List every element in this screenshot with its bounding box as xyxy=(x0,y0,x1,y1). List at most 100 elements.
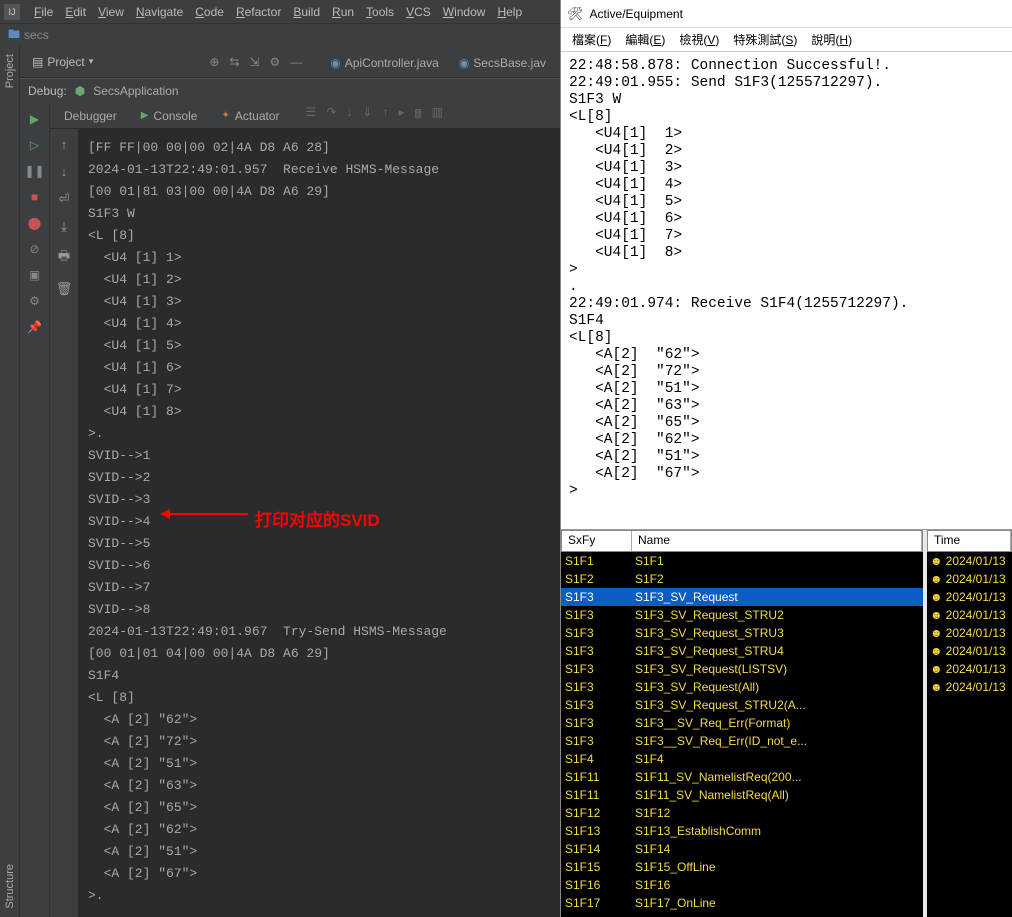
rerun-icon[interactable]: ▶ xyxy=(27,111,43,127)
console-line: S1F3 W xyxy=(88,203,550,225)
window-title: Active/Equipment xyxy=(590,7,683,21)
console-line: SVID-->5 xyxy=(88,533,550,555)
table-row[interactable]: S1F14S1F14 xyxy=(561,840,923,858)
console-line: <A [2] "67"> xyxy=(88,863,550,885)
time-row[interactable]: ☻2024/01/13 xyxy=(927,624,1012,642)
time-row[interactable]: ☻2024/01/13 xyxy=(927,606,1012,624)
smiley-icon: ☻ xyxy=(930,590,943,604)
col-name[interactable]: Name xyxy=(632,531,922,551)
tab-debugger[interactable]: Debugger xyxy=(54,106,127,126)
table-row[interactable]: S1F3S1F3_SV_Request_STRU4 xyxy=(561,642,923,660)
layout-icon[interactable]: ▥ xyxy=(432,105,443,126)
gear-icon[interactable]: ⚙ xyxy=(270,55,281,69)
time-row[interactable]: ☻2024/01/13 xyxy=(927,660,1012,678)
table-row[interactable]: S1F3S1F3_SV_Request_STRU2 xyxy=(561,606,923,624)
table-row[interactable]: S1F1S1F1 xyxy=(561,552,923,570)
pause-icon[interactable]: ❚❚ xyxy=(27,163,43,179)
step-into-icon[interactable]: ↓ xyxy=(346,105,352,126)
table-row[interactable]: S1F11S1F11_SV_NamelistReq(200... xyxy=(561,768,923,786)
menu-view[interactable]: View xyxy=(92,3,130,21)
eq-menu[interactable]: 說明(H) xyxy=(806,30,857,49)
table-row[interactable]: S1F11S1F11_SV_NamelistReq(All) xyxy=(561,786,923,804)
breakpoints-icon[interactable]: ⬤ xyxy=(27,215,43,231)
print-icon[interactable]: 🖶 xyxy=(58,247,70,269)
table-row[interactable]: S1F3S1F3_SV_Request(LISTSV) xyxy=(561,660,923,678)
eq-menu[interactable]: 編輯(E) xyxy=(620,30,670,49)
table-row[interactable]: S1F3S1F3_SV_Request xyxy=(561,588,923,606)
clear-icon[interactable]: 🗑 xyxy=(56,281,73,297)
camera-icon[interactable]: ▣ xyxy=(27,267,43,283)
file-tab-secsbase[interactable]: ◉ SecsBase.jav xyxy=(449,50,556,74)
menu-window[interactable]: Window xyxy=(437,3,492,21)
equipment-log[interactable]: 22:48:58.878: Connection Successful!. 22… xyxy=(561,52,1012,530)
resume-icon[interactable]: ▷ xyxy=(27,137,43,153)
hide-icon[interactable]: — xyxy=(290,55,302,69)
console-toolbar: ↑ ↓ ⏎ ⤓ 🖶 🗑 xyxy=(50,129,78,917)
console-line: >. xyxy=(88,885,550,907)
menu-refactor[interactable]: Refactor xyxy=(230,3,287,21)
eq-menu[interactable]: 檢視(V) xyxy=(674,30,724,49)
tab-console[interactable]: ▶Console xyxy=(131,106,208,126)
col-time[interactable]: Time xyxy=(928,531,1011,551)
down-icon[interactable]: ↓ xyxy=(61,164,68,179)
tab-actuator[interactable]: ✦Actuator xyxy=(211,106,289,126)
collapse-icon[interactable]: ⇲ xyxy=(249,55,259,69)
console-line: <U4 [1] 8> xyxy=(88,401,550,423)
menu-navigate[interactable]: Navigate xyxy=(130,3,189,21)
file-tab-api[interactable]: ◉ ApiController.java xyxy=(320,50,449,74)
up-icon[interactable]: ↑ xyxy=(61,137,68,152)
run-to-cursor-icon[interactable]: ▸ xyxy=(398,105,404,126)
settings-icon[interactable]: ⚙ xyxy=(27,293,43,309)
step-out-icon[interactable]: ↑ xyxy=(382,105,388,126)
table-row[interactable]: S1F4S1F4 xyxy=(561,750,923,768)
menu-tools[interactable]: Tools xyxy=(360,3,400,21)
project-tool-tab[interactable]: Project xyxy=(4,46,16,96)
time-row[interactable]: ☻2024/01/13 xyxy=(927,642,1012,660)
console-line: <A [2] "63"> xyxy=(88,775,550,797)
scroll-end-icon[interactable]: ⤓ xyxy=(61,219,67,235)
mute-bp-icon[interactable]: ⊘ xyxy=(27,241,43,257)
force-step-icon[interactable]: ⇓ xyxy=(362,105,372,126)
table-row[interactable]: S1F3S1F3_SV_Request_STRU3 xyxy=(561,624,923,642)
expand-icon[interactable]: ⇆ xyxy=(229,55,239,69)
equipment-menubar: 檔案(F)編輯(E)檢視(V)特殊測試(S)說明(H) xyxy=(561,28,1012,52)
menu-edit[interactable]: Edit xyxy=(59,3,92,21)
step-icon[interactable]: ☰ xyxy=(306,105,317,126)
eq-menu[interactable]: 檔案(F) xyxy=(567,30,616,49)
menu-build[interactable]: Build xyxy=(287,3,326,21)
step-over-icon[interactable]: ↷ xyxy=(326,105,336,126)
table-row[interactable]: S1F12S1F12 xyxy=(561,804,923,822)
menu-help[interactable]: Help xyxy=(491,3,528,21)
table-row[interactable]: S1F3S1F3_SV_Request(All) xyxy=(561,678,923,696)
time-row[interactable]: ☻2024/01/13 xyxy=(927,570,1012,588)
breadcrumb-text: secs xyxy=(24,28,49,42)
project-dropdown[interactable]: ▤ Project ▾ xyxy=(24,52,101,72)
menu-vcs[interactable]: VCS xyxy=(400,3,437,21)
menu-run[interactable]: Run xyxy=(326,3,360,21)
time-row[interactable]: ☻2024/01/13 xyxy=(927,678,1012,696)
annotation-arrowhead xyxy=(160,509,170,519)
table-row[interactable]: S1F16S1F16 xyxy=(561,876,923,894)
table-row[interactable]: S1F3S1F3__SV_Req_Err(ID_not_e... xyxy=(561,732,923,750)
table-row[interactable]: S1F2S1F2 xyxy=(561,570,923,588)
time-row[interactable]: ☻2024/01/13 xyxy=(927,588,1012,606)
table-row[interactable]: S1F3S1F3_SV_Request_STRU2(A... xyxy=(561,696,923,714)
menu-file[interactable]: File xyxy=(28,3,59,21)
table-row[interactable]: S1F17S1F17_OnLine xyxy=(561,894,923,912)
stop-icon[interactable]: ■ xyxy=(27,189,43,205)
left-gutter: Project Structure xyxy=(0,46,20,917)
menu-code[interactable]: Code xyxy=(189,3,230,21)
wrap-icon[interactable]: ⏎ xyxy=(59,191,70,207)
time-row[interactable]: ☻2024/01/13 xyxy=(927,552,1012,570)
pin-icon[interactable]: 📌 xyxy=(27,319,43,335)
structure-tool-tab[interactable]: Structure xyxy=(4,856,16,917)
table-row[interactable]: S1F13S1F13_EstablishComm xyxy=(561,822,923,840)
table-row[interactable]: S1F3S1F3__SV_Req_Err(Format) xyxy=(561,714,923,732)
target-icon[interactable]: ⊕ xyxy=(209,55,219,69)
project-icon: ▤ xyxy=(32,55,43,69)
col-sxfy[interactable]: SxFy xyxy=(562,531,632,551)
evaluate-icon[interactable]: 🖩 xyxy=(414,105,421,126)
console-line: <L [8] xyxy=(88,687,550,709)
table-row[interactable]: S1F15S1F15_OffLine xyxy=(561,858,923,876)
eq-menu[interactable]: 特殊測試(S) xyxy=(728,30,802,49)
